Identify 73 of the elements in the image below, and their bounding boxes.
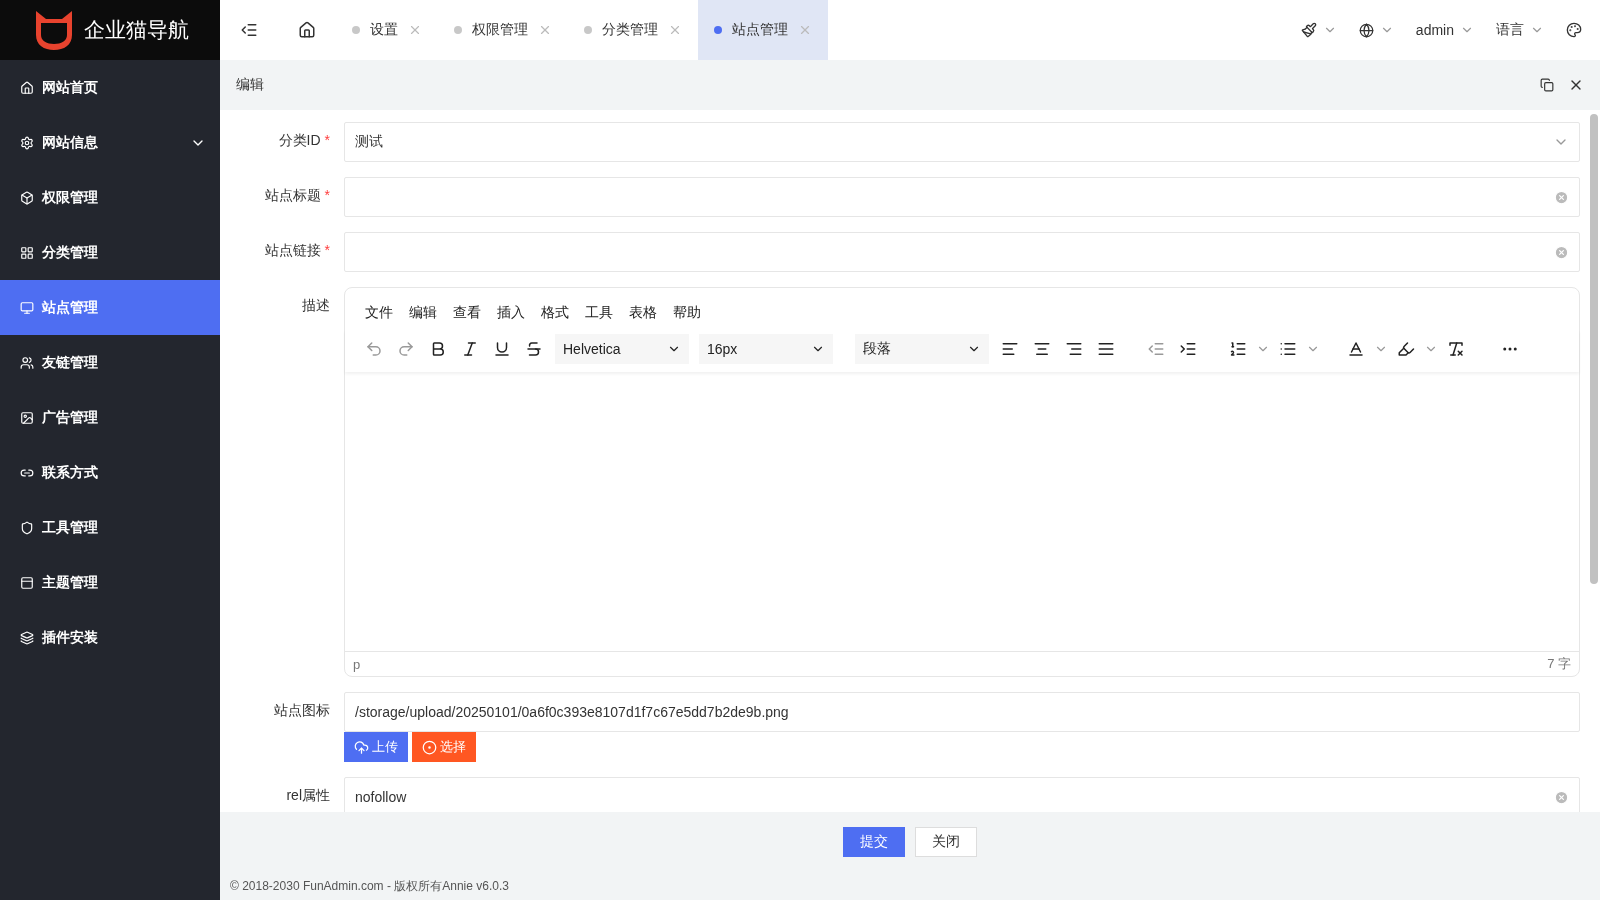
field-label: 分类ID: [278, 132, 321, 148]
globe-menu[interactable]: [1358, 22, 1394, 38]
sidebar-item[interactable]: 分类管理: [0, 225, 220, 280]
cloud-upload-icon: [354, 739, 369, 755]
footer-text: © 2018-2030 FunAdmin.com - 版权所有Annie v6.0.3: [229, 877, 510, 895]
sidebar-item[interactable]: 站点管理: [0, 280, 220, 335]
category-select[interactable]: 测试: [344, 122, 1580, 162]
tab[interactable]: 站点管理: [698, 0, 828, 60]
sidebar-item[interactable]: 插件安装: [0, 610, 220, 665]
status-dot-icon: [714, 26, 722, 34]
image-icon: [20, 410, 34, 425]
status-dot-icon: [584, 26, 592, 34]
word-count: 7 字: [1547, 655, 1571, 673]
sidebar-item[interactable]: 权限管理: [0, 170, 220, 225]
tab[interactable]: 分类管理: [568, 0, 698, 60]
users-icon: [20, 355, 34, 370]
field-label: 站点链接: [264, 242, 321, 258]
panel-title: 编辑: [236, 76, 265, 94]
sidebar-item[interactable]: 友链管理: [0, 335, 220, 390]
box-icon: [20, 190, 34, 205]
layers-icon: [20, 630, 34, 645]
sidebar-item[interactable]: 联系方式: [0, 445, 220, 500]
sidebar-item[interactable]: 网站首页: [0, 60, 220, 115]
user-menu[interactable]: admin: [1415, 22, 1474, 38]
block-select[interactable]: 段落: [855, 334, 989, 364]
upload-button[interactable]: 上传: [344, 732, 408, 762]
field-label: 站点标题: [264, 187, 321, 203]
menu-item[interactable]: 帮助: [673, 304, 701, 322]
sidebar-item[interactable]: 主题管理: [0, 555, 220, 610]
status-dot-icon: [352, 26, 360, 34]
grid-icon: [20, 245, 34, 260]
gear-icon: [20, 135, 34, 150]
brush-menu[interactable]: [1300, 22, 1337, 38]
home-icon: [20, 80, 34, 95]
submit-button[interactable]: 提交: [843, 827, 905, 857]
sidebar-item[interactable]: 工具管理: [0, 500, 220, 555]
menu-item[interactable]: 编辑: [409, 304, 437, 322]
font-select[interactable]: Helvetica: [555, 334, 689, 364]
required-asterisk: *: [324, 132, 330, 148]
target-icon: [422, 739, 437, 755]
menu-item[interactable]: 文件: [365, 304, 393, 322]
menu-item[interactable]: 插入: [497, 304, 525, 322]
language-menu[interactable]: 语言: [1496, 21, 1544, 39]
size-select[interactable]: 16px: [699, 334, 833, 364]
close-button[interactable]: 关闭: [915, 827, 977, 857]
brand-name: 企业猫导航: [83, 17, 189, 43]
palette-icon[interactable]: [1566, 22, 1582, 38]
layout-icon: [20, 575, 34, 590]
menu-item[interactable]: 格式: [541, 304, 569, 322]
field-label: 站点图标: [274, 702, 330, 718]
input-field[interactable]: /storage/upload/20250101/0a6f0c393e8107d1f7c67e5dd7b2de9b.png: [344, 692, 1580, 732]
menu-item[interactable]: 查看: [453, 304, 481, 322]
input-field[interactable]: [344, 177, 1580, 217]
tab[interactable]: 权限管理: [438, 0, 568, 60]
element-path: p: [353, 656, 361, 672]
scrollbar[interactable]: [1590, 114, 1598, 584]
input-field[interactable]: [344, 232, 1580, 272]
maximize-icon[interactable]: [1540, 78, 1554, 92]
field-label: rel属性: [286, 787, 330, 803]
field-label: 描述: [302, 297, 330, 313]
tab[interactable]: 设置: [336, 0, 438, 60]
globe-icon: [1358, 22, 1374, 38]
status-dot-icon: [454, 26, 462, 34]
brush-icon: [1300, 22, 1317, 38]
menu-item[interactable]: 表格: [629, 304, 657, 322]
required-asterisk: *: [324, 187, 330, 203]
sidebar-item[interactable]: 广告管理: [0, 390, 220, 445]
monitor-icon: [20, 300, 34, 315]
shield-icon: [20, 520, 34, 535]
sidebar-item[interactable]: 网站信息: [0, 115, 220, 170]
input-field[interactable]: nofollow: [344, 777, 1580, 812]
menu-item[interactable]: 工具: [585, 304, 613, 322]
required-asterisk: *: [324, 242, 330, 258]
